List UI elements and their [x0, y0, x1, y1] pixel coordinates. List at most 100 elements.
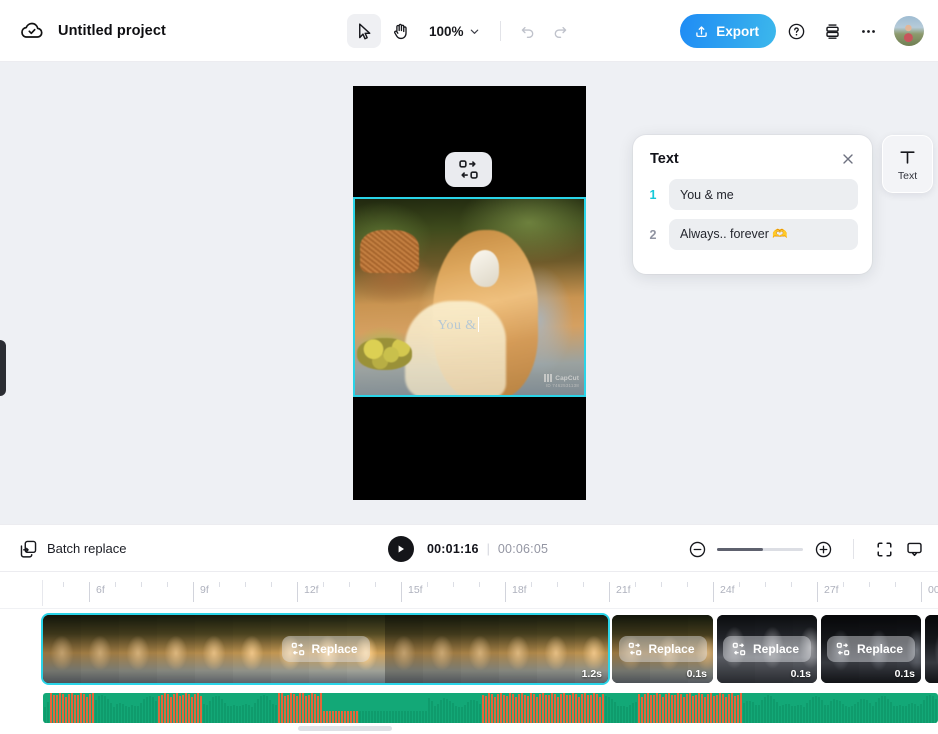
- timeline-clip[interactable]: Replace 0.1s: [821, 615, 921, 683]
- text-input-1[interactable]: You & me: [669, 179, 858, 210]
- waveform-bar: [65, 696, 67, 723]
- waveform-bar: [305, 696, 307, 723]
- replace-button[interactable]: Replace: [826, 636, 916, 662]
- waveform-bar: [86, 696, 88, 723]
- waveform-bar: [680, 694, 682, 723]
- waveform-bar: [440, 699, 442, 723]
- preview-monitor-button[interactable]: [904, 539, 924, 559]
- waveform-bar: [248, 704, 250, 723]
- watermark-brand: CapCut: [555, 374, 579, 382]
- waveform-bar: [884, 696, 886, 723]
- sidebar-item-text[interactable]: Text: [882, 135, 933, 193]
- selected-frame[interactable]: You & CapCut ID 7462531138: [353, 197, 586, 397]
- replace-swap-icon: [732, 642, 746, 656]
- replace-swap-button[interactable]: [445, 152, 492, 187]
- select-tool[interactable]: [347, 14, 381, 48]
- project-title[interactable]: Untitled project: [58, 23, 166, 39]
- waveform-bar: [692, 695, 694, 723]
- timeline-ruler[interactable]: 6f 9f 12f 15f 18f 21f 24f 27f 00: [0, 572, 938, 609]
- waveform-bar: [698, 693, 700, 723]
- play-button[interactable]: [388, 536, 414, 562]
- timeline-clip[interactable]: [925, 615, 938, 683]
- zoom-level-select[interactable]: 100%: [419, 19, 488, 44]
- timeline-scrollbar[interactable]: [298, 726, 392, 731]
- batch-replace-label: Batch replace: [47, 540, 127, 556]
- waveform-bar: [629, 705, 631, 723]
- waveform-bar: [602, 693, 604, 723]
- layers-button[interactable]: [816, 15, 848, 47]
- text-overlay[interactable]: You &: [437, 316, 480, 334]
- help-button[interactable]: [780, 15, 812, 47]
- waveform-bar: [134, 705, 136, 723]
- cloud-check-icon[interactable]: [20, 19, 44, 43]
- upload-icon: [696, 25, 707, 37]
- text-overlay-value: You &: [437, 317, 477, 333]
- waveform-bar: [455, 705, 457, 723]
- waveform-bar: [800, 705, 802, 723]
- waveform-bar: [539, 694, 541, 723]
- filmstrip-frame: [537, 615, 575, 683]
- waveform-bar: [935, 699, 937, 723]
- canvas-tools: 100%: [347, 0, 575, 62]
- capcut-editor: Untitled project 100% Export You & CapCu…: [0, 0, 938, 734]
- waveform-bar: [275, 705, 277, 723]
- close-icon[interactable]: [838, 149, 858, 169]
- waveform-bar: [329, 711, 331, 723]
- undo-button[interactable]: [513, 16, 543, 46]
- ruler-label: 27f: [824, 584, 839, 596]
- timeline-zoom-slider[interactable]: [717, 547, 803, 551]
- ellipsis-icon: [861, 29, 875, 33]
- waveform-bar: [227, 706, 229, 723]
- filmstrip-frame: [43, 615, 81, 683]
- zoom-out-button[interactable]: [687, 539, 707, 559]
- text-row-number: 2: [649, 227, 657, 242]
- timeline-clip[interactable]: Replace 0.1s: [717, 615, 817, 683]
- waveform-bar: [488, 693, 490, 723]
- ruler-label: 12f: [304, 584, 319, 596]
- waveform-bar: [908, 703, 910, 723]
- ruler-label: 6f: [96, 584, 105, 596]
- waveform-bar: [512, 693, 514, 723]
- waveform-bar: [83, 693, 85, 723]
- waveform-bar: [230, 705, 232, 723]
- toolbar-divider: [499, 21, 501, 41]
- filmstrip-frame: [233, 615, 271, 683]
- waveform-bar: [476, 701, 478, 723]
- waveform-bar: [842, 703, 844, 723]
- fit-screen-button[interactable]: [874, 539, 894, 559]
- waveform-bar: [143, 699, 145, 723]
- replace-button[interactable]: Replace: [618, 636, 707, 662]
- more-menu-button[interactable]: [852, 15, 884, 47]
- ruler-subtick: [141, 582, 142, 587]
- waveform-bar: [782, 704, 784, 723]
- waveform-bar: [179, 695, 181, 723]
- waveform-bar: [689, 693, 691, 723]
- replace-button[interactable]: Replace: [722, 636, 812, 662]
- hand-tool[interactable]: [383, 14, 417, 48]
- text-input-2[interactable]: Always.. forever 🫶: [669, 219, 858, 250]
- zoom-in-button[interactable]: [813, 539, 833, 559]
- chevron-down-icon: [470, 29, 478, 34]
- audio-waveform-track[interactable]: [43, 693, 938, 723]
- waveform-bar: [827, 704, 829, 723]
- export-button[interactable]: Export: [680, 14, 776, 48]
- waveform-bar: [176, 693, 178, 723]
- timeline-clip[interactable]: Replace 1.2s: [43, 615, 608, 683]
- replace-button[interactable]: Replace: [281, 636, 370, 662]
- audio-waveform: [43, 693, 938, 723]
- waveform-bar: [266, 696, 268, 723]
- waveform-bar: [44, 707, 46, 723]
- waveform-bar: [767, 695, 769, 723]
- batch-replace-button[interactable]: Batch replace: [0, 539, 127, 558]
- redo-button[interactable]: [545, 16, 575, 46]
- waveform-bar: [704, 696, 706, 723]
- waveform-bar: [887, 698, 889, 723]
- waveform-bar: [125, 705, 127, 723]
- minus-circle-icon: [689, 541, 705, 557]
- waveform-bar: [458, 706, 460, 723]
- waveform-bar: [656, 693, 658, 723]
- waveform-bar: [836, 699, 838, 723]
- timeline-clip[interactable]: Replace 0.1s: [612, 615, 713, 683]
- user-avatar[interactable]: [894, 16, 924, 46]
- left-panel-handle[interactable]: [0, 340, 6, 396]
